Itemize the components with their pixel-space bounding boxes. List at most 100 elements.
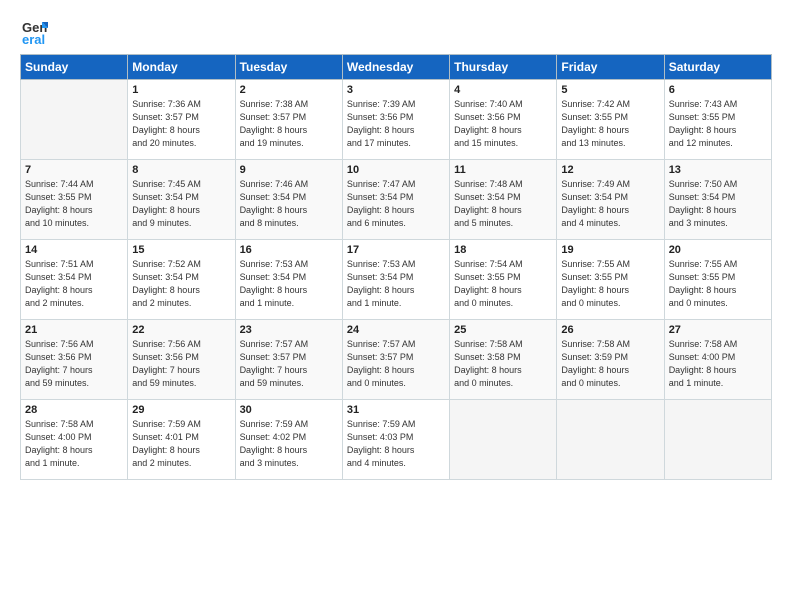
logo-icon: Gen eral bbox=[20, 18, 48, 46]
col-header-saturday: Saturday bbox=[664, 55, 771, 80]
cell-data: Sunrise: 7:38 AM Sunset: 3:57 PM Dayligh… bbox=[240, 98, 338, 150]
cell-data: Sunrise: 7:53 AM Sunset: 3:54 PM Dayligh… bbox=[240, 258, 338, 310]
day-number: 7 bbox=[25, 164, 123, 176]
cell-data: Sunrise: 7:44 AM Sunset: 3:55 PM Dayligh… bbox=[25, 178, 123, 230]
cell-data: Sunrise: 7:50 AM Sunset: 3:54 PM Dayligh… bbox=[669, 178, 767, 230]
day-number: 16 bbox=[240, 244, 338, 256]
cell-data: Sunrise: 7:57 AM Sunset: 3:57 PM Dayligh… bbox=[240, 338, 338, 390]
calendar-cell: 3Sunrise: 7:39 AM Sunset: 3:56 PM Daylig… bbox=[342, 80, 449, 160]
col-header-wednesday: Wednesday bbox=[342, 55, 449, 80]
cell-data: Sunrise: 7:59 AM Sunset: 4:03 PM Dayligh… bbox=[347, 418, 445, 470]
day-number: 23 bbox=[240, 324, 338, 336]
week-row-3: 21 Sunrise: 7:56 AM Sunset: 3:56 PM Dayli… bbox=[21, 320, 772, 400]
calendar-cell: 31 Sunrise: 7:59 AM Sunset: 4:03 PM Dayli… bbox=[342, 400, 449, 480]
calendar-cell: 25 Sunrise: 7:58 AM Sunset: 3:58 PM Dayli… bbox=[450, 320, 557, 400]
day-number: 18 bbox=[454, 244, 552, 256]
cell-data: Sunrise: 7:40 AM Sunset: 3:56 PM Dayligh… bbox=[454, 98, 552, 150]
day-number: 17 bbox=[347, 244, 445, 256]
svg-text:eral: eral bbox=[22, 32, 45, 46]
day-number: 30 bbox=[240, 404, 338, 416]
cell-data: Sunrise: 7:54 AM Sunset: 3:55 PM Dayligh… bbox=[454, 258, 552, 310]
day-number: 6 bbox=[669, 84, 767, 96]
calendar-cell: 1Sunrise: 7:36 AM Sunset: 3:57 PM Daylig… bbox=[128, 80, 235, 160]
calendar-cell: 24 Sunrise: 7:57 AM Sunset: 3:57 PM Dayli… bbox=[342, 320, 449, 400]
calendar-cell: 13 Sunrise: 7:50 AM Sunset: 3:54 PM Dayli… bbox=[664, 160, 771, 240]
calendar-cell: 20 Sunrise: 7:55 AM Sunset: 3:55 PM Dayli… bbox=[664, 240, 771, 320]
cell-data: Sunrise: 7:52 AM Sunset: 3:54 PM Dayligh… bbox=[132, 258, 230, 310]
day-number: 21 bbox=[25, 324, 123, 336]
calendar-cell: 8 Sunrise: 7:45 AM Sunset: 3:54 PM Daylig… bbox=[128, 160, 235, 240]
day-number: 28 bbox=[25, 404, 123, 416]
day-number: 24 bbox=[347, 324, 445, 336]
cell-data: Sunrise: 7:53 AM Sunset: 3:54 PM Dayligh… bbox=[347, 258, 445, 310]
cell-data: Sunrise: 7:47 AM Sunset: 3:54 PM Dayligh… bbox=[347, 178, 445, 230]
day-number: 12 bbox=[561, 164, 659, 176]
day-number: 26 bbox=[561, 324, 659, 336]
calendar-cell: 22 Sunrise: 7:56 AM Sunset: 3:56 PM Dayli… bbox=[128, 320, 235, 400]
col-header-friday: Friday bbox=[557, 55, 664, 80]
calendar-cell: 9Sunrise: 7:46 AM Sunset: 3:54 PM Daylig… bbox=[235, 160, 342, 240]
calendar-cell: 15 Sunrise: 7:52 AM Sunset: 3:54 PM Dayli… bbox=[128, 240, 235, 320]
cell-data: Sunrise: 7:55 AM Sunset: 3:55 PM Dayligh… bbox=[669, 258, 767, 310]
cell-data: Sunrise: 7:42 AM Sunset: 3:55 PM Dayligh… bbox=[561, 98, 659, 150]
col-header-thursday: Thursday bbox=[450, 55, 557, 80]
day-number: 10 bbox=[347, 164, 445, 176]
cell-data: Sunrise: 7:57 AM Sunset: 3:57 PM Dayligh… bbox=[347, 338, 445, 390]
day-number: 5 bbox=[561, 84, 659, 96]
logo: Gen eral bbox=[20, 18, 52, 46]
cell-data: Sunrise: 7:51 AM Sunset: 3:54 PM Dayligh… bbox=[25, 258, 123, 310]
cell-data: Sunrise: 7:39 AM Sunset: 3:56 PM Dayligh… bbox=[347, 98, 445, 150]
calendar-cell: 16 Sunrise: 7:53 AM Sunset: 3:54 PM Dayli… bbox=[235, 240, 342, 320]
day-number: 11 bbox=[454, 164, 552, 176]
day-number: 2 bbox=[240, 84, 338, 96]
week-row-2: 14 Sunrise: 7:51 AM Sunset: 3:54 PM Dayli… bbox=[21, 240, 772, 320]
calendar-cell: 19Sunrise: 7:55 AM Sunset: 3:55 PM Dayli… bbox=[557, 240, 664, 320]
calendar-cell: 17 Sunrise: 7:53 AM Sunset: 3:54 PM Dayli… bbox=[342, 240, 449, 320]
day-number: 19 bbox=[561, 244, 659, 256]
cell-data: Sunrise: 7:48 AM Sunset: 3:54 PM Dayligh… bbox=[454, 178, 552, 230]
day-number: 8 bbox=[132, 164, 230, 176]
cell-data: Sunrise: 7:56 AM Sunset: 3:56 PM Dayligh… bbox=[132, 338, 230, 390]
day-number: 25 bbox=[454, 324, 552, 336]
calendar-cell: 6 Sunrise: 7:43 AM Sunset: 3:55 PM Daylig… bbox=[664, 80, 771, 160]
cell-data: Sunrise: 7:43 AM Sunset: 3:55 PM Dayligh… bbox=[669, 98, 767, 150]
week-row-4: 28 Sunrise: 7:58 AM Sunset: 4:00 PM Dayli… bbox=[21, 400, 772, 480]
day-number: 29 bbox=[132, 404, 230, 416]
calendar-cell: 21 Sunrise: 7:56 AM Sunset: 3:56 PM Dayli… bbox=[21, 320, 128, 400]
calendar-cell: 30 Sunrise: 7:59 AM Sunset: 4:02 PM Dayli… bbox=[235, 400, 342, 480]
day-number: 15 bbox=[132, 244, 230, 256]
cell-data: Sunrise: 7:56 AM Sunset: 3:56 PM Dayligh… bbox=[25, 338, 123, 390]
cell-data: Sunrise: 7:58 AM Sunset: 4:00 PM Dayligh… bbox=[669, 338, 767, 390]
calendar-cell: 5 Sunrise: 7:42 AM Sunset: 3:55 PM Daylig… bbox=[557, 80, 664, 160]
calendar-cell: 23 Sunrise: 7:57 AM Sunset: 3:57 PM Dayli… bbox=[235, 320, 342, 400]
day-number: 20 bbox=[669, 244, 767, 256]
day-number: 22 bbox=[132, 324, 230, 336]
cell-data: Sunrise: 7:58 AM Sunset: 4:00 PM Dayligh… bbox=[25, 418, 123, 470]
header-row: SundayMondayTuesdayWednesdayThursdayFrid… bbox=[21, 55, 772, 80]
day-number: 4 bbox=[454, 84, 552, 96]
calendar-cell bbox=[664, 400, 771, 480]
cell-data: Sunrise: 7:45 AM Sunset: 3:54 PM Dayligh… bbox=[132, 178, 230, 230]
calendar-cell: 10 Sunrise: 7:47 AM Sunset: 3:54 PM Dayli… bbox=[342, 160, 449, 240]
day-number: 13 bbox=[669, 164, 767, 176]
calendar-cell: 26 Sunrise: 7:58 AM Sunset: 3:59 PM Dayli… bbox=[557, 320, 664, 400]
calendar-cell: 18 Sunrise: 7:54 AM Sunset: 3:55 PM Dayli… bbox=[450, 240, 557, 320]
calendar-cell: 29 Sunrise: 7:59 AM Sunset: 4:01 PM Dayli… bbox=[128, 400, 235, 480]
calendar-cell: 2 Sunrise: 7:38 AM Sunset: 3:57 PM Daylig… bbox=[235, 80, 342, 160]
week-row-0: 1Sunrise: 7:36 AM Sunset: 3:57 PM Daylig… bbox=[21, 80, 772, 160]
day-number: 27 bbox=[669, 324, 767, 336]
col-header-sunday: Sunday bbox=[21, 55, 128, 80]
week-row-1: 7 Sunrise: 7:44 AM Sunset: 3:55 PM Daylig… bbox=[21, 160, 772, 240]
day-number: 14 bbox=[25, 244, 123, 256]
cell-data: Sunrise: 7:58 AM Sunset: 3:58 PM Dayligh… bbox=[454, 338, 552, 390]
cell-data: Sunrise: 7:59 AM Sunset: 4:02 PM Dayligh… bbox=[240, 418, 338, 470]
cell-data: Sunrise: 7:58 AM Sunset: 3:59 PM Dayligh… bbox=[561, 338, 659, 390]
day-number: 31 bbox=[347, 404, 445, 416]
calendar-cell bbox=[557, 400, 664, 480]
calendar-cell: 7 Sunrise: 7:44 AM Sunset: 3:55 PM Daylig… bbox=[21, 160, 128, 240]
day-number: 1 bbox=[132, 84, 230, 96]
col-header-tuesday: Tuesday bbox=[235, 55, 342, 80]
col-header-monday: Monday bbox=[128, 55, 235, 80]
cell-data: Sunrise: 7:59 AM Sunset: 4:01 PM Dayligh… bbox=[132, 418, 230, 470]
calendar-table: SundayMondayTuesdayWednesdayThursdayFrid… bbox=[20, 54, 772, 480]
